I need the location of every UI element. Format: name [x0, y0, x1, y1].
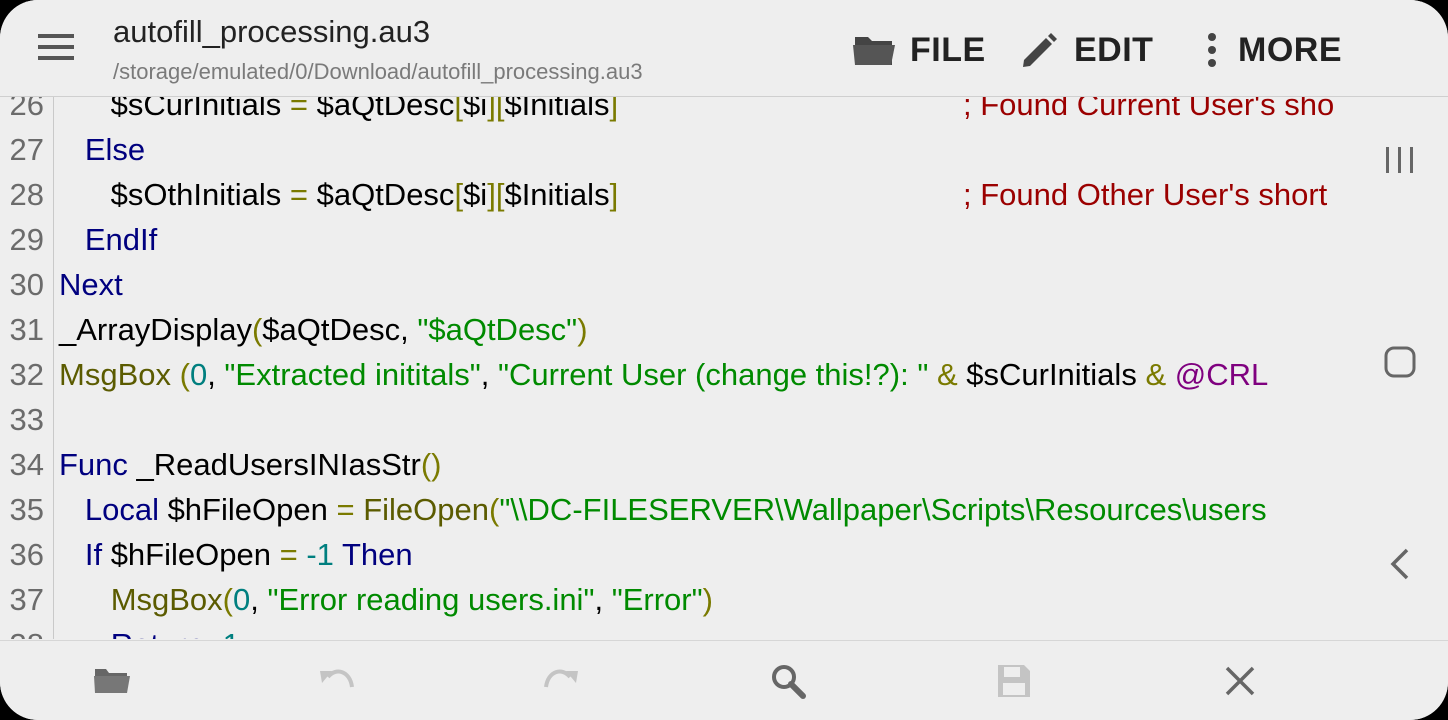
- code-line[interactable]: 29 EndIf: [0, 217, 1353, 262]
- back-button[interactable]: [1378, 542, 1422, 586]
- line-number: 34: [9, 447, 44, 482]
- more-vertical-icon: [1208, 33, 1216, 67]
- search-button[interactable]: [766, 659, 810, 703]
- app-bar: autofill_processing.au3 /storage/emulate…: [0, 0, 1448, 97]
- code-text: $sCurInitials = $aQtDesc[$i][$Initials]: [59, 97, 619, 122]
- code-text: Local $hFileOpen = FileOpen("\\DC-FILESE…: [84, 492, 1267, 527]
- menu-icon[interactable]: [36, 30, 76, 64]
- home-icon: [1384, 346, 1416, 378]
- folder-icon: [853, 37, 895, 65]
- line-number: 26: [9, 97, 44, 122]
- edit-menu-button[interactable]: EDIT: [1020, 28, 1153, 72]
- code-line[interactable]: 34 Func _ReadUsersINIasStr(): [0, 442, 1353, 487]
- recent-apps-icon: [1386, 147, 1413, 173]
- edit-menu-label: EDIT: [1074, 30, 1154, 69]
- code-line[interactable]: 36 If $hFileOpen = -1 Then: [0, 532, 1353, 577]
- code-line[interactable]: 30 Next: [0, 262, 1353, 307]
- pencil-icon: [1023, 33, 1057, 67]
- code-text: EndIf: [84, 222, 158, 257]
- back-icon: [1390, 548, 1409, 580]
- code-line[interactable]: 28 $sOthInitials = $aQtDesc[$i][$Initial…: [0, 172, 1353, 217]
- open-folder-button[interactable]: [90, 659, 134, 703]
- undo-button[interactable]: [314, 659, 358, 703]
- close-button[interactable]: [1218, 659, 1262, 703]
- code-text: _ArrayDisplay($aQtDesc, "$aQtDesc"): [59, 312, 588, 347]
- line-number: 27: [9, 132, 44, 167]
- line-number: 31: [9, 312, 44, 347]
- undo-icon: [320, 669, 354, 688]
- line-number: 28: [9, 177, 44, 212]
- close-icon: [1225, 666, 1255, 696]
- code-line[interactable]: 33: [0, 397, 1353, 442]
- file-title: autofill_processing.au3: [113, 14, 431, 49]
- line-number: 29: [9, 222, 44, 257]
- bottom-toolbar: [0, 640, 1448, 720]
- file-menu-button[interactable]: FILE: [852, 28, 986, 72]
- line-number: 30: [9, 267, 44, 302]
- line-number: 33: [9, 402, 44, 437]
- file-menu-label: FILE: [910, 30, 986, 69]
- code-line[interactable]: 26 $sCurInitials = $aQtDesc[$i][$Initial…: [0, 97, 1353, 127]
- code-line[interactable]: 37 MsgBox(0, "Error reading users.ini", …: [0, 577, 1353, 622]
- line-number: 32: [9, 357, 44, 392]
- code-line[interactable]: 35 Local $hFileOpen = FileOpen("\\DC-FIL…: [0, 487, 1353, 532]
- redo-icon: [544, 669, 578, 688]
- save-icon: [998, 665, 1030, 697]
- code-text: Else: [84, 132, 146, 167]
- code-editor[interactable]: 26 $sCurInitials = $aQtDesc[$i][$Initial…: [0, 97, 1353, 639]
- code-text: MsgBox(0, "Error reading users.ini", "Er…: [110, 582, 713, 617]
- code-line[interactable]: 32 MsgBox (0, "Extracted inititals", "Cur…: [0, 352, 1353, 397]
- line-number: 36: [9, 537, 44, 572]
- editor-screen: autofill_processing.au3 /storage/emulate…: [0, 0, 1448, 720]
- code-comment: ; Found Current User's sho: [963, 97, 1335, 122]
- code-text: Func _ReadUsersINIasStr(): [59, 447, 442, 482]
- code-comment: ; Found Other User's short: [963, 177, 1328, 212]
- folder-icon: [94, 669, 130, 693]
- line-number: 35: [9, 492, 44, 527]
- code-line[interactable]: 38 Return -1: [0, 622, 1353, 639]
- file-path: /storage/emulated/0/Download/autofill_pr…: [113, 59, 643, 84]
- code-text: MsgBox (0, "Extracted inititals", "Curre…: [59, 357, 1269, 392]
- line-number: 37: [9, 582, 44, 617]
- code-text: Return -1: [59, 622, 240, 639]
- line-number: 38: [0, 622, 44, 639]
- search-icon: [772, 665, 806, 699]
- recent-apps-button[interactable]: [1378, 138, 1422, 182]
- save-button[interactable]: [992, 659, 1036, 703]
- code-line[interactable]: 31 _ArrayDisplay($aQtDesc, "$aQtDesc"): [0, 307, 1353, 352]
- code-text: Next: [59, 267, 123, 302]
- redo-button[interactable]: [540, 659, 584, 703]
- code-text: If $hFileOpen = -1 Then: [84, 537, 413, 572]
- code-line[interactable]: 27 Else: [0, 127, 1353, 172]
- more-menu-label: MORE: [1238, 30, 1342, 69]
- more-menu-button[interactable]: MORE: [1200, 28, 1342, 72]
- home-button[interactable]: [1378, 340, 1422, 384]
- code-text: $sOthInitials = $aQtDesc[$i][$Initials]: [59, 177, 619, 212]
